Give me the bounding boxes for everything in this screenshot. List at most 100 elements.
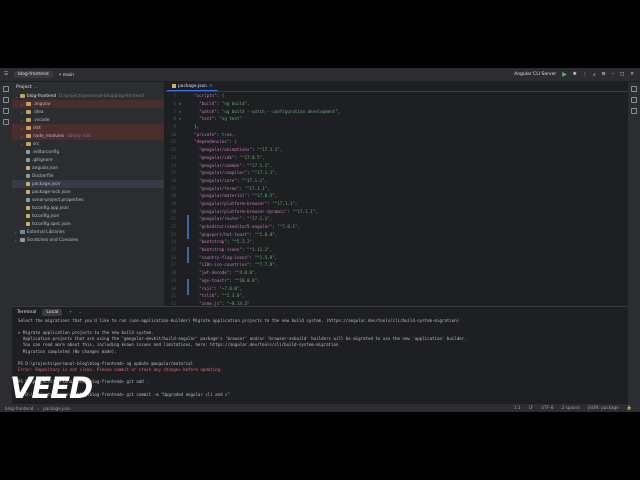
code-line[interactable]: 13 "@angular/cdk": "^17.0.5", bbox=[165, 154, 628, 162]
tree-item[interactable]: sonar-project.properties bbox=[12, 196, 164, 204]
close-icon[interactable]: ✕ bbox=[630, 72, 634, 77]
breadcrumb-file[interactable]: package.json bbox=[43, 406, 71, 411]
tree-item[interactable]: tsconfig.app.json bbox=[12, 204, 164, 212]
more-tools-icon[interactable] bbox=[3, 119, 9, 125]
structure-tool-icon[interactable] bbox=[3, 108, 9, 114]
code-line[interactable]: 22 "@ckeditor/ckeditor5-angular": "^7.0.… bbox=[165, 223, 628, 231]
code-view[interactable]: 5 "scripts": {6 ▷ "build": "ng build", 7 ▷ … bbox=[165, 92, 628, 306]
tree-item[interactable]: › .idea bbox=[12, 108, 164, 116]
editor-area[interactable]: package.json ✕ 5 "scripts": {6 ▷ "build":… bbox=[165, 82, 628, 306]
search-everywhere-icon[interactable]: ⌕ bbox=[593, 72, 596, 78]
tree-item[interactable]: angular.json bbox=[12, 164, 164, 172]
tab-package-json[interactable]: package.json ✕ bbox=[167, 82, 218, 91]
code-line[interactable]: 8 ▷ "test": "ng test" bbox=[165, 115, 628, 123]
code-line[interactable]: 12 "@angular/animations": "^17.1.1", bbox=[165, 146, 628, 154]
debug-icon[interactable]: ✱ bbox=[573, 72, 577, 77]
code-line[interactable]: 23 "@ngxpert/hot-toast": "^2.0.0", bbox=[165, 230, 628, 238]
code-line[interactable]: 31 "tslib": "^2.3.0", bbox=[165, 292, 628, 300]
terminal-tab-local[interactable]: Local bbox=[42, 308, 63, 316]
add-terminal-icon[interactable]: + bbox=[68, 310, 72, 315]
caret-position[interactable]: 1:1 bbox=[514, 405, 521, 411]
code-line[interactable]: 14 "@angular/common": "^17.1.1", bbox=[165, 161, 628, 169]
tree-item[interactable]: .editorconfig bbox=[12, 148, 164, 156]
breadcrumb-root[interactable]: blog-frontend bbox=[5, 406, 33, 411]
code-line[interactable]: 16 "@angular/core": "^17.1.1", bbox=[165, 177, 628, 185]
code-line[interactable]: 11 "dependencies": { bbox=[165, 138, 628, 146]
close-tab-icon[interactable]: ✕ bbox=[209, 84, 213, 89]
json-file-icon bbox=[26, 206, 30, 210]
code-line[interactable]: 20 "@angular/platform-browser-dynamic": … bbox=[165, 207, 628, 215]
run-icon[interactable]: ▶ bbox=[562, 71, 567, 78]
indent-setting[interactable]: 2 spaces bbox=[562, 405, 580, 411]
code-line[interactable]: 18 "@angular/material": "^17.0.5", bbox=[165, 192, 628, 200]
tree-item[interactable]: › dist bbox=[12, 124, 164, 132]
tree-item[interactable]: .gitignore bbox=[12, 156, 164, 164]
maximize-icon[interactable]: □ bbox=[620, 72, 624, 77]
code-line[interactable]: 27 "i18n-iso-countries": "^7.7.0", bbox=[165, 261, 628, 269]
code-line[interactable]: 26 "country-flag-icons": "^1.5.9", bbox=[165, 253, 628, 261]
json-schema[interactable]: JSON: package bbox=[588, 405, 619, 411]
main-menu-icon[interactable]: ☰ bbox=[4, 72, 8, 77]
code-text: "watch": "ng build --watch --configurati… bbox=[189, 109, 340, 114]
code-line[interactable]: 28 "jwt-decode": "^4.0.0", bbox=[165, 269, 628, 277]
branch-switcher[interactable]: ⑂ main bbox=[59, 72, 74, 78]
chevron-down-icon[interactable]: ⌄ bbox=[78, 310, 82, 315]
code-line[interactable]: 6 ▷ "build": "ng build", bbox=[165, 100, 628, 108]
tree-item[interactable]: package-lock.json bbox=[12, 188, 164, 196]
more-icon[interactable]: ⋮ bbox=[583, 72, 588, 77]
line-separator[interactable]: LF bbox=[529, 405, 534, 411]
code-line[interactable]: 15 "@angular/compiler": "^17.1.1", bbox=[165, 169, 628, 177]
run-script-icon[interactable]: ▷ bbox=[179, 109, 189, 114]
tree-item[interactable]: Dockerfile bbox=[12, 172, 164, 180]
project-panel-header[interactable]: Project ⌄ bbox=[12, 82, 164, 92]
vcs-change-marker[interactable] bbox=[187, 247, 189, 263]
code-line[interactable]: 29 "ngx-toastr": "^18.0.0", bbox=[165, 277, 628, 285]
project-root-row[interactable]: ⌄ blog-frontend D:\projects\personal-blo… bbox=[12, 92, 164, 100]
run-script-icon[interactable]: ▷ bbox=[179, 101, 189, 106]
tree-item[interactable]: › src bbox=[12, 140, 164, 148]
commit-tool-icon[interactable] bbox=[3, 97, 9, 103]
chevron-down-icon[interactable]: ⌄ bbox=[34, 85, 38, 90]
tree-item[interactable]: tsconfig.spec.json bbox=[12, 220, 164, 228]
terminal-output[interactable]: Select the migrations that you'd like to… bbox=[12, 317, 628, 397]
database-tool-icon[interactable] bbox=[631, 97, 637, 103]
run-script-icon[interactable]: ▷ bbox=[179, 116, 189, 121]
code-token: "^17.1.1", bbox=[239, 177, 268, 183]
notifications-icon[interactable] bbox=[631, 86, 637, 92]
code-line[interactable]: 19 "@angular/platform-browser": "^17.1.1… bbox=[165, 200, 628, 208]
json-file-icon bbox=[26, 214, 30, 218]
code-line[interactable]: 9 }, bbox=[165, 123, 628, 131]
ai-assistant-icon[interactable] bbox=[631, 108, 637, 114]
code-text: "country-flag-icons": "^1.5.9", bbox=[189, 255, 277, 260]
code-token: "^17.1.1", bbox=[244, 162, 273, 168]
vcs-change-marker[interactable] bbox=[187, 215, 189, 239]
external-libraries-row[interactable]: › External Libraries bbox=[12, 228, 164, 236]
terminal-panel[interactable]: Terminal Local + ⌄ Select the migrations… bbox=[12, 306, 628, 404]
code-line[interactable]: 24 "bootstrap": "^5.3.2", bbox=[165, 238, 628, 246]
tree-item[interactable]: package.json bbox=[12, 180, 164, 188]
vcs-change-marker[interactable] bbox=[187, 279, 189, 295]
code-line[interactable]: 25 "bootstrap-icons": "^1.11.2", bbox=[165, 246, 628, 254]
code-line[interactable]: 30 "rxjs": "~7.8.0", bbox=[165, 284, 628, 292]
tree-item[interactable]: › node_modules library root bbox=[12, 132, 164, 140]
code-line[interactable]: 10 "private": true, bbox=[165, 130, 628, 138]
tree-item[interactable]: › .angular bbox=[12, 100, 164, 108]
line-number: 13 bbox=[170, 154, 176, 160]
code-token: "scripts" bbox=[194, 93, 217, 99]
lock-icon[interactable]: 🔓 bbox=[627, 405, 632, 411]
code-line[interactable]: 5 "scripts": { bbox=[165, 92, 628, 100]
minimize-icon[interactable]: – bbox=[612, 72, 614, 77]
tree-item[interactable]: tsconfig.json bbox=[12, 212, 164, 220]
code-line[interactable]: 17 "@angular/forms": "^17.1.1", bbox=[165, 184, 628, 192]
code-text: "private": true, bbox=[189, 132, 234, 137]
scratches-row[interactable]: › Scratches and Consoles bbox=[12, 236, 164, 244]
tree-item[interactable]: › .vscode bbox=[12, 116, 164, 124]
run-config-selector[interactable]: Angular CLI Server bbox=[514, 72, 556, 77]
code-token: "ng build", bbox=[219, 101, 250, 107]
project-switcher[interactable]: blog-frontend bbox=[14, 71, 53, 78]
project-tool-icon[interactable] bbox=[3, 86, 9, 92]
settings-gear-icon[interactable]: ⚙ bbox=[602, 72, 606, 77]
file-encoding[interactable]: UTF-8 bbox=[541, 405, 553, 411]
code-line[interactable]: 7 ▷ "watch": "ng build --watch --configur… bbox=[165, 107, 628, 115]
code-line[interactable]: 21 "@angular/router": "^17.1.1", bbox=[165, 215, 628, 223]
